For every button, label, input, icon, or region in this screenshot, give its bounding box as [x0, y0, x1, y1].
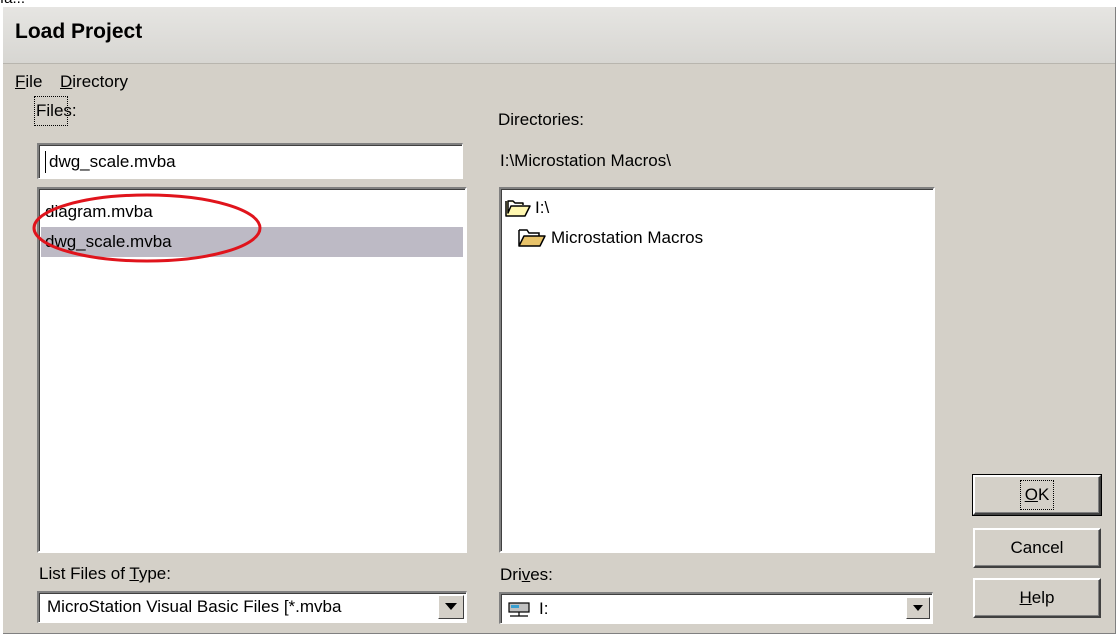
menu-file-label: ile [25, 72, 43, 91]
files-label: Files: [36, 101, 77, 120]
ok-button-label-rest: K [1037, 485, 1050, 504]
filename-input-value: dwg_scale.mvba [49, 152, 176, 171]
directories-label: Directories: [498, 110, 584, 129]
dir-item-microstation-macros[interactable]: Microstation Macros [517, 227, 703, 249]
menu-directory-label: irectory [72, 72, 129, 91]
file-type-label: List Files of Type: [39, 564, 171, 584]
file-type-label-prefix: List Files of [39, 564, 130, 583]
file-type-label-mnemonic: T [129, 564, 139, 583]
dir-item-label: I:\ [535, 198, 550, 217]
ok-button-mnemonic: O [1024, 485, 1038, 504]
help-button[interactable]: Help [973, 578, 1101, 618]
drives-label: Drives: [500, 565, 553, 585]
window-title: Load Project [15, 20, 143, 43]
menu-directory-mnemonic: D [60, 72, 73, 91]
list-item-label: dwg_scale.mvba [45, 232, 172, 251]
current-directory-path: I:\Microstation Macros\ [500, 151, 671, 170]
help-button-label: Help [1020, 588, 1055, 608]
files-listbox[interactable]: diagram.mvba dwg_scale.mvba [37, 187, 467, 553]
ok-button-label: OK [1019, 480, 1055, 510]
list-item-diagram[interactable]: diagram.mvba [41, 197, 463, 227]
file-type-dropdown[interactable]: MicroStation Visual Basic Files [*.mvba [37, 591, 467, 623]
network-drive-icon [508, 602, 530, 617]
menu-file[interactable]: File [15, 72, 42, 92]
list-item-dwg-scale[interactable]: dwg_scale.mvba [41, 227, 463, 257]
directories-listbox[interactable]: I:\ Microstation Macros [499, 187, 935, 553]
chevron-down-icon [445, 603, 457, 610]
menu-file-mnemonic: F [15, 72, 26, 91]
drives-selected-item: I: [507, 599, 548, 619]
drives-dropdown-button[interactable] [906, 597, 930, 619]
chevron-down-icon [913, 604, 923, 611]
menu-bar: File Directory [3, 69, 1113, 95]
title-bar[interactable]: Load Project [3, 7, 1115, 64]
text-caret [45, 151, 46, 173]
screenshot-root: fa... Load Project File Directory Files:… [0, 0, 1116, 634]
dir-item-root[interactable]: I:\ [505, 197, 549, 219]
drives-label-suffix: es: [530, 565, 553, 584]
help-button-mnemonic: H [1019, 588, 1032, 607]
ok-button[interactable]: OK [972, 474, 1102, 516]
open-folder-icon [505, 200, 531, 217]
drives-label-prefix: Dri [500, 565, 522, 584]
file-type-selected: MicroStation Visual Basic Files [*.mvba [47, 597, 342, 616]
load-project-dialog: Load Project File Directory Files: dwg_s… [2, 6, 1116, 634]
list-item-label: diagram.mvba [45, 202, 153, 221]
cancel-button-label: Cancel [1010, 538, 1064, 557]
menu-directory[interactable]: Directory [60, 72, 128, 92]
cancel-button[interactable]: Cancel [973, 528, 1101, 568]
open-folder-icon [518, 229, 546, 247]
dir-item-label: Microstation Macros [551, 228, 704, 247]
filename-input[interactable]: dwg_scale.mvba [37, 143, 463, 179]
help-button-label-rest: elp [1031, 588, 1055, 607]
file-type-dropdown-button[interactable] [438, 595, 464, 619]
drives-dropdown[interactable]: I: [499, 592, 933, 624]
drives-selected: I: [539, 599, 549, 618]
file-type-label-suffix: ype: [138, 564, 171, 583]
drives-label-mnemonic: v [521, 565, 531, 584]
